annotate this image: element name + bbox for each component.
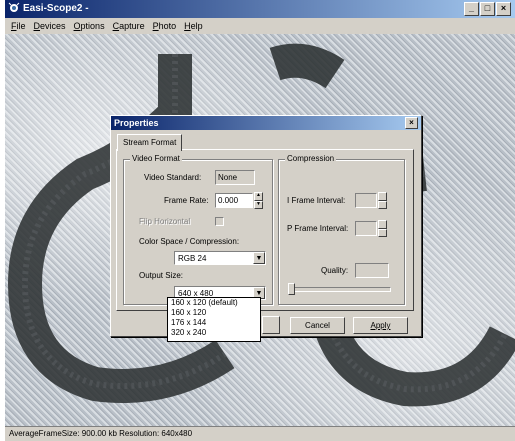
apply-button[interactable]: Apply (353, 317, 408, 334)
ok-button[interactable] (262, 316, 280, 334)
video-standard-field: None (215, 170, 255, 185)
quality-label: Quality: (321, 266, 349, 275)
spin-down-icon[interactable] (378, 228, 387, 237)
dropdown-option[interactable]: 160 x 120 (default) (168, 298, 260, 308)
quality-input[interactable] (355, 263, 389, 278)
i-frame-interval-input[interactable] (355, 193, 377, 208)
compression-legend: Compression (285, 154, 337, 163)
frame-rate-input[interactable]: 0.000 (215, 193, 253, 208)
quality-slider-track[interactable] (289, 287, 391, 292)
menu-capture[interactable]: Capture (110, 21, 150, 31)
tab-panel: Video Format Video Standard: None Frame … (116, 149, 414, 311)
spin-up-icon[interactable] (378, 220, 387, 229)
dialog-close-button[interactable]: × (405, 117, 418, 129)
menu-help[interactable]: Help (181, 21, 208, 31)
menu-bar: File Devices Options Capture Photo Help (5, 18, 515, 34)
color-space-label: Color Space / Compression: (139, 237, 240, 246)
p-frame-interval-input[interactable] (355, 221, 377, 236)
spin-down-icon[interactable] (378, 200, 387, 209)
maximize-button[interactable]: □ (480, 2, 495, 16)
i-frame-spinner[interactable] (378, 192, 387, 209)
flip-horizontal-label: Flip Horizontal (139, 217, 191, 226)
dialog-title: Properties (114, 118, 159, 128)
frame-rate-label: Frame Rate: (164, 196, 209, 205)
tab-stream-format[interactable]: Stream Format (117, 134, 183, 151)
menu-options[interactable]: Options (71, 21, 110, 31)
p-frame-spinner[interactable] (378, 220, 387, 237)
color-space-value: RGB 24 (178, 254, 207, 263)
video-format-legend: Video Format (130, 154, 182, 163)
properties-dialog: Properties × Stream Format Video Format … (110, 115, 422, 337)
window-title: Easi-Scope2 - (23, 3, 89, 14)
dropdown-option[interactable]: 176 x 144 (168, 318, 260, 328)
compression-group: Compression I Frame Interval: P Frame In… (278, 154, 405, 305)
spin-up-icon[interactable]: ▲ (254, 192, 263, 201)
dialog-title-bar[interactable]: Properties × (111, 116, 421, 130)
frame-rate-spinner[interactable]: ▲ ▼ (254, 192, 263, 209)
close-button[interactable]: × (496, 2, 511, 16)
output-size-label: Output Size: (139, 271, 184, 280)
i-frame-interval-label: I Frame Interval: (287, 196, 346, 205)
minimize-button[interactable]: _ (464, 2, 479, 16)
menu-file[interactable]: File (8, 21, 31, 31)
dropdown-option[interactable]: 320 x 240 (168, 328, 260, 338)
dropdown-option[interactable]: 160 x 120 (168, 308, 260, 318)
flip-horizontal-checkbox[interactable] (215, 217, 224, 226)
video-standard-label: Video Standard: (144, 173, 202, 182)
video-format-group: Video Format Video Standard: None Frame … (123, 154, 273, 305)
cancel-button[interactable]: Cancel (290, 317, 345, 334)
menu-photo[interactable]: Photo (150, 21, 182, 31)
app-icon (8, 2, 20, 12)
quality-slider-thumb[interactable] (288, 283, 295, 295)
color-space-select[interactable]: RGB 24 ▼ (174, 251, 266, 265)
menu-devices[interactable]: Devices (31, 21, 71, 31)
spin-down-icon[interactable]: ▼ (254, 200, 263, 209)
output-size-dropdown-list: 160 x 120 (default) 160 x 120 176 x 144 … (167, 297, 261, 342)
chevron-down-icon[interactable]: ▼ (253, 252, 265, 264)
p-frame-interval-label: P Frame Interval: (287, 224, 349, 233)
status-bar: AverageFrameSize: 900.00 kb Resolution: … (5, 426, 515, 441)
spin-up-icon[interactable] (378, 192, 387, 201)
title-bar[interactable]: Easi-Scope2 - _ □ × (5, 0, 515, 18)
